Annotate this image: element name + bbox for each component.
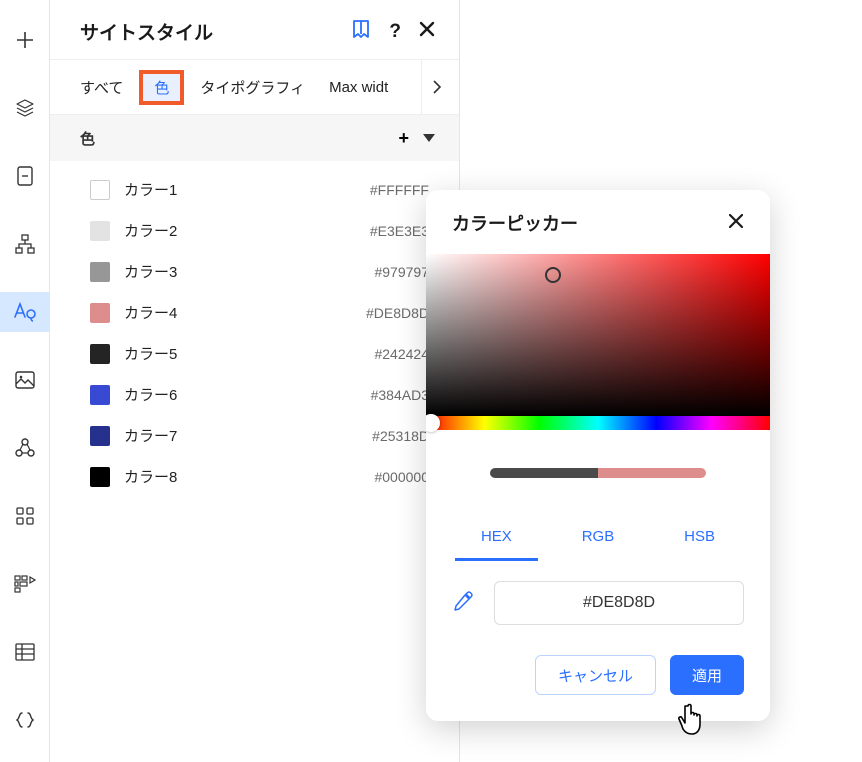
style-icon[interactable]: [0, 292, 50, 332]
color-row[interactable]: カラー2 #E3E3E3: [50, 210, 459, 251]
layers-icon[interactable]: [0, 88, 50, 128]
color-swatch: [90, 344, 110, 364]
color-hex: #979797: [374, 264, 429, 280]
color-row[interactable]: カラー8 #000000: [50, 456, 459, 497]
color-swatch: [90, 467, 110, 487]
color-swatch: [90, 180, 110, 200]
color-name: カラー2: [124, 220, 356, 241]
color-hex: #DE8D8D: [366, 305, 429, 321]
color-row[interactable]: カラー5 #242424: [50, 333, 459, 374]
color-swatch: [90, 303, 110, 323]
hex-input[interactable]: [494, 581, 744, 625]
picker-close-button[interactable]: [728, 212, 744, 235]
cancel-button[interactable]: キャンセル: [535, 655, 656, 695]
color-hex: #E3E3E3: [370, 223, 429, 239]
animation-icon[interactable]: [0, 564, 50, 604]
tab-all[interactable]: すべて: [72, 71, 131, 104]
color-hex: #384AD3: [371, 387, 429, 403]
picker-title: カラーピッカー: [452, 210, 578, 236]
color-name: カラー7: [124, 425, 358, 446]
tabs-scroll-right[interactable]: [421, 60, 451, 114]
eyedropper-icon[interactable]: [452, 590, 474, 617]
bookmark-icon[interactable]: [351, 19, 371, 44]
close-icon[interactable]: [419, 21, 435, 42]
color-row[interactable]: カラー1 #FFFFFF: [50, 169, 459, 210]
add-icon[interactable]: [0, 20, 50, 60]
format-tabs: HEX RGB HSB: [426, 520, 770, 553]
tab-color[interactable]: 色: [139, 70, 184, 105]
color-hex: #000000: [374, 469, 429, 485]
color-list: カラー1 #FFFFFF カラー2 #E3E3E3 カラー3 #979797 カラー4 #DE…: [50, 161, 459, 505]
panel-title: サイトスタイル: [80, 18, 213, 45]
color-swatch: [90, 426, 110, 446]
left-rail: [0, 0, 50, 762]
image-icon[interactable]: [0, 360, 50, 400]
format-tab-hsb[interactable]: HSB: [666, 520, 733, 553]
tab-maxwidth[interactable]: Max widt: [321, 73, 396, 102]
tab-typography[interactable]: タイポグラフィ: [192, 71, 313, 104]
color-row[interactable]: カラー6 #384AD3: [50, 374, 459, 415]
color-name: カラー3: [124, 261, 360, 282]
saturation-value-area[interactable]: [426, 254, 770, 416]
color-swatch: [90, 385, 110, 405]
color-row[interactable]: カラー4 #DE8D8D: [50, 292, 459, 333]
color-section-header: 色 +: [50, 115, 459, 161]
panel-header: サイトスタイル ?: [50, 0, 459, 59]
color-name: カラー5: [124, 343, 360, 364]
color-row[interactable]: カラー3 #979797: [50, 251, 459, 292]
hue-slider[interactable]: [426, 416, 770, 430]
color-hex: #25318D: [372, 428, 429, 444]
table-icon[interactable]: [0, 632, 50, 672]
add-color-icon[interactable]: +: [398, 128, 409, 149]
color-swatch: [90, 221, 110, 241]
filter-tabs: すべて 色 タイポグラフィ Max widt: [50, 59, 459, 115]
color-picker-dialog: カラーピッカー HEX RGB HSB キャンセル 適用: [426, 190, 770, 721]
color-name: カラー6: [124, 384, 357, 405]
opacity-slider[interactable]: [490, 468, 706, 478]
grid-icon[interactable]: [0, 496, 50, 536]
color-hex: #FFFFFF: [370, 182, 429, 198]
code-icon[interactable]: [0, 700, 50, 740]
color-name: カラー4: [124, 302, 352, 323]
apps-icon[interactable]: [0, 428, 50, 468]
collapse-icon[interactable]: [423, 129, 435, 147]
color-name: カラー8: [124, 466, 360, 487]
color-name: カラー1: [124, 179, 356, 200]
color-row[interactable]: カラー7 #25318D: [50, 415, 459, 456]
help-icon[interactable]: ?: [389, 21, 401, 43]
color-swatch: [90, 262, 110, 282]
hue-cursor[interactable]: [426, 414, 440, 432]
color-hex: #242424: [374, 346, 429, 362]
page-icon[interactable]: [0, 156, 50, 196]
format-tab-hex[interactable]: HEX: [463, 520, 530, 553]
apply-button[interactable]: 適用: [670, 655, 744, 695]
sitemap-icon[interactable]: [0, 224, 50, 264]
section-title: 色: [80, 128, 95, 149]
sv-cursor[interactable]: [545, 267, 561, 283]
style-panel: サイトスタイル ? すべて 色 タイポグラフィ Max widt 色 + カラー…: [50, 0, 460, 762]
format-tab-rgb[interactable]: RGB: [564, 520, 633, 553]
